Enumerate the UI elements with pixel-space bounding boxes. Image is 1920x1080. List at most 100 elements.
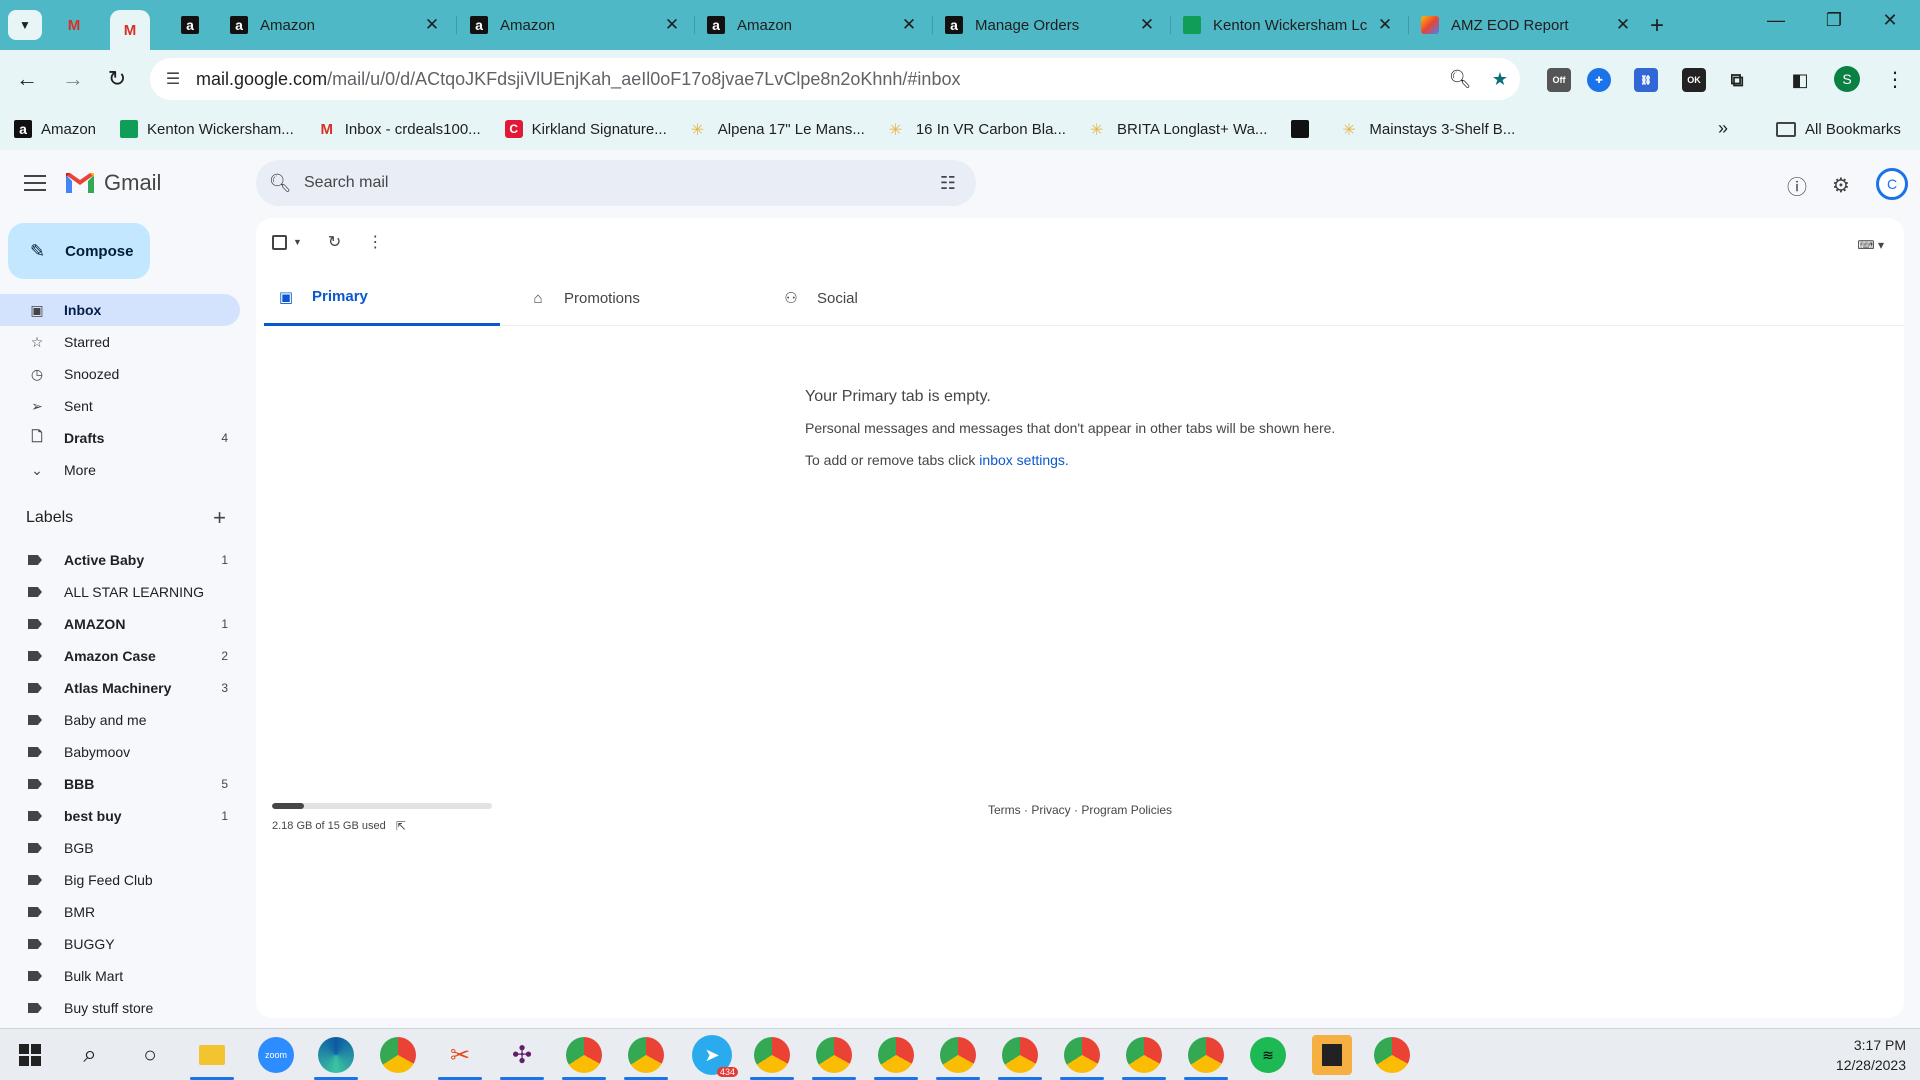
- sidebar-item-starred[interactable]: ☆ Starred: [0, 326, 240, 358]
- chrome-profile-icon[interactable]: [1064, 1037, 1100, 1073]
- search-input[interactable]: [304, 174, 920, 192]
- back-button[interactable]: ←: [12, 64, 42, 94]
- chrome-profile-icon[interactable]: [1374, 1037, 1410, 1073]
- minimize-button[interactable]: —: [1756, 10, 1796, 31]
- telegram-icon[interactable]: ➤ 434: [692, 1035, 738, 1077]
- close-icon[interactable]: ✕: [899, 15, 919, 35]
- extension-ok-icon[interactable]: OK: [1682, 68, 1706, 92]
- refresh-icon[interactable]: ↻: [328, 232, 341, 252]
- snipping-tool-icon[interactable]: ✂: [442, 1037, 478, 1073]
- terms-link[interactable]: Terms: [988, 803, 1021, 817]
- search-options-icon[interactable]: ☷: [920, 173, 976, 194]
- task-view-icon[interactable]: ○: [132, 1037, 168, 1073]
- sidebar-item-more[interactable]: ⌄ More: [0, 454, 240, 486]
- bookmark-alpena[interactable]: ✳ Alpena 17" Le Mans...: [691, 120, 865, 140]
- help-icon[interactable]: ⓘ: [1784, 172, 1810, 199]
- inbox-settings-link[interactable]: inbox settings.: [979, 452, 1069, 468]
- program-policies-link[interactable]: Program Policies: [1081, 803, 1172, 817]
- close-icon[interactable]: ✕: [422, 15, 442, 35]
- sidebar-label-item[interactable]: BMR: [0, 896, 240, 928]
- search-icon[interactable]: 🔍︎: [256, 173, 304, 194]
- tab-amazon-2[interactable]: a Amazon ✕: [460, 10, 692, 40]
- sidebar-label-item[interactable]: Atlas Machinery 3: [0, 672, 240, 704]
- add-label-icon[interactable]: +: [213, 505, 226, 531]
- close-icon[interactable]: ✕: [1375, 15, 1395, 35]
- tab-amazon-1[interactable]: a Amazon ✕: [220, 10, 452, 40]
- chrome-profile-icon[interactable]: [878, 1037, 914, 1073]
- sidebar-label-item[interactable]: Baby and me: [0, 704, 240, 736]
- tab-promotions[interactable]: ⌂ Promotions: [516, 270, 752, 326]
- bookmark-mainstays[interactable]: ✳ Mainstays 3-Shelf B...: [1342, 120, 1515, 140]
- tab-social[interactable]: ⚇ Social: [769, 270, 1005, 326]
- chrome-profile-icon[interactable]: [816, 1037, 852, 1073]
- more-vert-icon[interactable]: ⋮: [367, 232, 383, 252]
- restore-button[interactable]: ❐: [1814, 10, 1854, 31]
- tab-search-button[interactable]: ▼: [8, 10, 42, 40]
- sidebar-label-item[interactable]: Big Feed Club: [0, 864, 240, 896]
- bookmark-kirkland[interactable]: C Kirkland Signature...: [504, 120, 667, 138]
- bookmark-amazon[interactable]: a Amazon: [14, 120, 96, 138]
- edge-browser-icon[interactable]: [318, 1037, 354, 1073]
- forward-button[interactable]: →: [58, 64, 88, 94]
- bookmark-inbox[interactable]: M Inbox - crdeals100...: [318, 120, 481, 138]
- chrome-profile-icon[interactable]: [754, 1037, 790, 1073]
- zoom-icon[interactable]: 🔍︎: [1440, 69, 1480, 90]
- chrome-app-icon[interactable]: [380, 1037, 416, 1073]
- chrome-profile-icon[interactable]: [1126, 1037, 1162, 1073]
- tab-kenton-wickersham[interactable]: Kenton Wickersham Lc ✕: [1173, 10, 1405, 40]
- spotify-icon[interactable]: ≋: [1250, 1037, 1286, 1073]
- chrome-menu-icon[interactable]: ⋮: [1880, 64, 1910, 94]
- close-window-button[interactable]: ✕: [1870, 10, 1910, 31]
- tab-primary[interactable]: ▣ Primary: [264, 270, 500, 326]
- privacy-link[interactable]: Privacy: [1031, 803, 1070, 817]
- sticky-notes-icon[interactable]: [1312, 1035, 1352, 1075]
- main-menu-icon[interactable]: [24, 172, 46, 194]
- sidebar-label-item[interactable]: BUGGY: [0, 928, 240, 960]
- new-tab-button[interactable]: +: [1650, 12, 1664, 40]
- extension-link-icon[interactable]: ⛓: [1634, 68, 1658, 92]
- pinned-tab-amazon[interactable]: a: [170, 10, 210, 40]
- bookmarks-overflow-icon[interactable]: »: [1718, 118, 1728, 139]
- chrome-profile-icon[interactable]: [940, 1037, 976, 1073]
- pinned-tab-gmail-1[interactable]: M: [54, 10, 94, 40]
- windows-start-icon[interactable]: [12, 1037, 48, 1073]
- side-panel-icon[interactable]: ◧: [1788, 68, 1812, 92]
- tab-amazon-3[interactable]: a Amazon ✕: [697, 10, 929, 40]
- sidebar-label-item[interactable]: best buy 1: [0, 800, 240, 832]
- bookmark-vr-carbon[interactable]: ✳ 16 In VR Carbon Bla...: [889, 120, 1066, 140]
- pinned-tab-gmail-active[interactable]: M: [110, 10, 150, 50]
- tab-amz-eod-report[interactable]: AMZ EOD Report ✕: [1411, 10, 1643, 40]
- tab-manage-orders[interactable]: a Manage Orders ✕: [935, 10, 1167, 40]
- close-icon[interactable]: ✕: [1137, 15, 1157, 35]
- sidebar-label-item[interactable]: Buy stuff store: [0, 992, 240, 1024]
- sidebar-label-item[interactable]: ALL STAR LEARNING: [0, 576, 240, 608]
- sidebar-label-item[interactable]: Bulk Mart: [0, 960, 240, 992]
- extensions-puzzle-icon[interactable]: ⧉: [1725, 68, 1749, 92]
- sidebar-label-item[interactable]: Active Baby 1: [0, 544, 240, 576]
- extension-compass-icon[interactable]: ✚: [1587, 68, 1611, 92]
- account-avatar[interactable]: C: [1876, 168, 1908, 200]
- select-all-checkbox[interactable]: [272, 234, 287, 250]
- close-icon[interactable]: ✕: [1613, 15, 1633, 35]
- slack-icon[interactable]: ✣: [504, 1037, 540, 1073]
- input-tools-icon[interactable]: ⌨ ▾: [1857, 238, 1884, 252]
- settings-gear-icon[interactable]: ⚙: [1828, 172, 1854, 198]
- bookmark-dark-site[interactable]: [1291, 120, 1318, 138]
- chrome-profile-icon[interactable]: [1002, 1037, 1038, 1073]
- sidebar-label-item[interactable]: BBB 5: [0, 768, 240, 800]
- sidebar-label-item[interactable]: AMAZON 1: [0, 608, 240, 640]
- sidebar-item-drafts[interactable]: 🗋 Drafts 4: [0, 422, 240, 454]
- extension-off-icon[interactable]: Off: [1547, 68, 1571, 92]
- select-dropdown-icon[interactable]: ▼: [293, 237, 302, 247]
- bookmark-brita[interactable]: ✳ BRITA Longlast+ Wa...: [1090, 120, 1267, 140]
- sidebar-label-item[interactable]: BGB: [0, 832, 240, 864]
- sidebar-item-inbox[interactable]: ▣ Inbox: [0, 294, 240, 326]
- all-bookmarks-button[interactable]: All Bookmarks: [1776, 108, 1901, 150]
- sidebar-item-snoozed[interactable]: ◷ Snoozed: [0, 358, 240, 390]
- zoom-app-icon[interactable]: zoom: [258, 1037, 294, 1073]
- url-text[interactable]: mail.google.com/mail/u/0/d/ACtqoJKFdsjiV…: [196, 69, 1440, 90]
- file-explorer-icon[interactable]: [194, 1037, 230, 1073]
- profile-avatar[interactable]: S: [1834, 66, 1860, 92]
- sidebar-label-item[interactable]: Amazon Case 2: [0, 640, 240, 672]
- gmail-logo[interactable]: Gmail: [64, 170, 161, 196]
